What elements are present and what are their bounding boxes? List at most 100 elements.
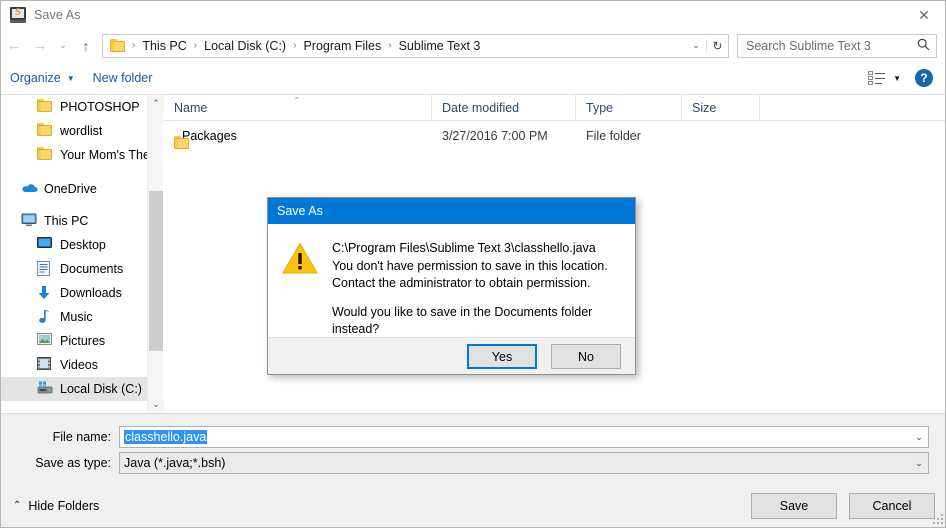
footer-bar: ⌃ Hide Folders Save Cancel xyxy=(1,483,946,528)
search-placeholder: Search Sublime Text 3 xyxy=(738,39,910,53)
sidebar-item-label: Your Mom's The xyxy=(60,148,147,162)
pictures-icon xyxy=(37,333,53,349)
file-type-cell: File folder xyxy=(576,129,682,143)
dialog-message: C:\Program Files\Sublime Text 3\classhel… xyxy=(332,240,621,337)
search-icon[interactable] xyxy=(910,38,936,54)
chevron-down-icon[interactable]: ⌄ xyxy=(910,458,928,469)
sidebar-item-photoshop[interactable]: PHOTOSHOP xyxy=(1,95,147,119)
sidebar-item-wordlist[interactable]: wordlist xyxy=(1,119,147,143)
window-title: Save As xyxy=(34,8,81,22)
cancel-button[interactable]: Cancel xyxy=(849,493,935,519)
sidebar-item-label: Pictures xyxy=(60,334,105,348)
breadcrumb-list: › This PC › Local Disk (C:) › Program Fi… xyxy=(127,39,686,53)
breadcrumb-item-program-files[interactable]: Program Files xyxy=(301,39,383,53)
breadcrumb-separator: › xyxy=(189,40,202,51)
sidebar-item-downloads[interactable]: Downloads xyxy=(1,281,147,305)
drive-icon xyxy=(37,381,53,397)
sidebar-item-onedrive[interactable]: OneDrive xyxy=(1,177,147,201)
sidebar-item-desktop[interactable]: Desktop xyxy=(1,233,147,257)
desktop-glyph xyxy=(37,237,52,249)
navigation-scrollbar[interactable]: ⌃ ⌄ xyxy=(147,95,163,413)
title-bar: S Save As ✕ xyxy=(1,1,946,29)
column-header-type[interactable]: Type xyxy=(576,95,682,121)
scroll-up-icon[interactable]: ⌃ xyxy=(148,95,164,112)
table-row[interactable]: Packages 3/27/2016 7:00 PM File folder xyxy=(164,121,946,151)
breadcrumb-item-local-disk[interactable]: Local Disk (C:) xyxy=(202,39,288,53)
sidebar-item-your-moms-the[interactable]: Your Mom's The xyxy=(1,143,147,167)
chevron-down-icon[interactable]: ⌄ xyxy=(686,40,706,51)
music-icon xyxy=(37,309,53,325)
column-header-name[interactable]: ⌃ Name xyxy=(164,95,432,121)
dialog-line-question: Would you like to save in the Documents … xyxy=(332,304,621,339)
file-name-label: File name: xyxy=(1,430,119,444)
sidebar-item-local-disk-c[interactable]: Local Disk (C:) xyxy=(1,377,147,401)
back-icon[interactable]: ← xyxy=(1,33,27,59)
column-label: Date modified xyxy=(442,101,519,115)
sidebar-item-label: Videos xyxy=(60,358,98,372)
file-name-value: classhello.java xyxy=(120,430,910,444)
breadcrumb-separator: › xyxy=(127,40,140,51)
column-header-size[interactable]: Size xyxy=(682,95,760,121)
help-button[interactable]: ? xyxy=(915,69,933,87)
column-header-date-modified[interactable]: Date modified xyxy=(432,95,576,121)
refresh-icon[interactable]: ↻ xyxy=(706,39,728,53)
sidebar-item-pictures[interactable]: Pictures xyxy=(1,329,147,353)
downloads-icon xyxy=(37,285,53,301)
dialog-line-permission: You don't have permission to save in thi… xyxy=(332,258,621,276)
file-name-input[interactable]: classhello.java ⌄ xyxy=(119,426,929,448)
recent-locations-icon[interactable]: ⌄ xyxy=(53,33,73,59)
document-glyph xyxy=(37,261,50,276)
forward-icon[interactable]: → xyxy=(27,33,53,59)
sidebar-item-videos[interactable]: Videos xyxy=(1,353,147,377)
sidebar-item-this-pc[interactable]: This PC xyxy=(1,209,147,233)
organize-button[interactable]: Organize ▼ xyxy=(1,67,84,90)
navigation-pane: PHOTOSHOP wordlist Your Mom's The OneDri… xyxy=(1,95,147,413)
scroll-down-icon[interactable]: ⌄ xyxy=(148,396,164,413)
scrollbar-thumb[interactable] xyxy=(149,191,163,351)
chevron-down-icon[interactable]: ⌄ xyxy=(910,432,928,443)
folder-icon xyxy=(37,147,53,163)
save-as-type-label: Save as type: xyxy=(1,456,119,470)
dialog-no-button[interactable]: No xyxy=(551,344,621,369)
search-input[interactable]: Search Sublime Text 3 xyxy=(737,34,937,58)
file-name-selected-text: classhello.java xyxy=(124,430,207,444)
column-headers: ⌃ Name Date modified Type Size xyxy=(164,95,946,121)
new-folder-button[interactable]: New folder xyxy=(84,67,162,90)
column-label: Name xyxy=(174,101,207,115)
save-as-window: S Save As ✕ ← → ⌄ ↑ › This PC › Local Di… xyxy=(0,0,946,528)
address-bar-row: ← → ⌄ ↑ › This PC › Local Disk (C:) › Pr… xyxy=(1,29,946,62)
breadcrumb[interactable]: › This PC › Local Disk (C:) › Program Fi… xyxy=(102,34,729,58)
file-name-row: File name: classhello.java ⌄ xyxy=(1,426,946,448)
folder-icon xyxy=(37,123,53,139)
close-icon[interactable]: ✕ xyxy=(901,1,946,29)
breadcrumb-item-this-pc[interactable]: This PC xyxy=(140,39,188,53)
resize-grip[interactable] xyxy=(933,514,945,526)
organize-label: Organize xyxy=(10,71,61,85)
save-as-type-select[interactable]: Java (*.java;*.bsh) ⌄ xyxy=(119,452,929,474)
sort-ascending-icon: ⌃ xyxy=(294,96,301,105)
change-view-button[interactable]: ▼ xyxy=(864,67,905,90)
hard-drive-glyph xyxy=(37,381,53,394)
file-name-cell: Packages xyxy=(164,129,432,143)
music-note-glyph xyxy=(37,309,50,324)
sidebar-item-label: OneDrive xyxy=(44,182,97,196)
save-button[interactable]: Save xyxy=(751,493,837,519)
sidebar-item-music[interactable]: Music xyxy=(1,305,147,329)
breadcrumb-item-sublime-text-3[interactable]: Sublime Text 3 xyxy=(397,39,483,53)
film-glyph xyxy=(37,357,51,370)
documents-icon xyxy=(37,261,53,277)
dialog-title: Save As xyxy=(277,204,323,218)
videos-icon xyxy=(37,357,53,373)
search-glyph xyxy=(917,38,930,51)
sidebar-item-label: Documents xyxy=(60,262,123,276)
file-name-label: Packages xyxy=(182,129,237,143)
up-icon[interactable]: ↑ xyxy=(73,33,99,59)
column-label: Type xyxy=(586,101,613,115)
folder-icon xyxy=(110,39,125,52)
chevron-up-icon: ⌃ xyxy=(13,500,21,511)
dialog-line-gap xyxy=(332,293,621,304)
picture-glyph xyxy=(37,333,52,345)
sidebar-item-documents[interactable]: Documents xyxy=(1,257,147,281)
hide-folders-button[interactable]: ⌃ Hide Folders xyxy=(13,499,99,513)
dialog-yes-button[interactable]: Yes xyxy=(467,344,537,369)
